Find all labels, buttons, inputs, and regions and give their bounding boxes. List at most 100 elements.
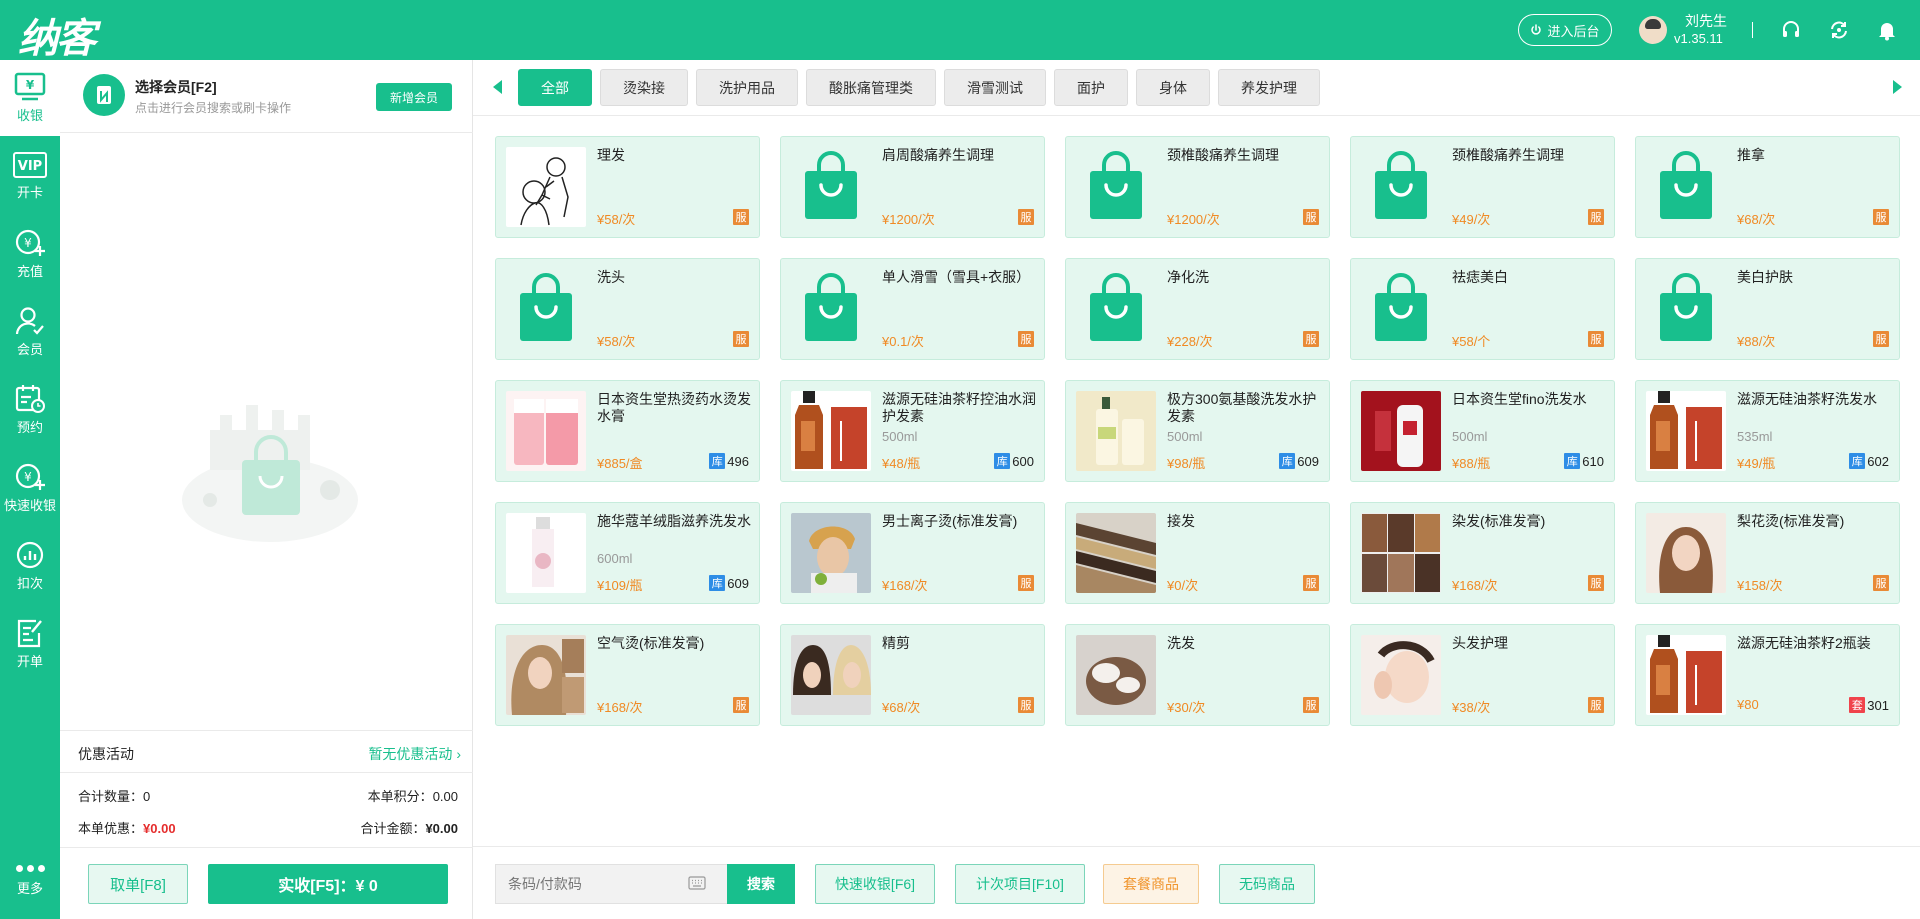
sidebar-item-appointment[interactable]: 预约 — [0, 372, 60, 448]
service-badge: 服 — [1588, 697, 1604, 713]
product-price: ¥168/次 — [882, 578, 928, 593]
sidebar-item-deduct[interactable]: 扣次 — [0, 528, 60, 604]
product-image — [1076, 391, 1156, 471]
service-badge: 服 — [1873, 331, 1889, 347]
category-tab-hair-care[interactable]: 养发护理 — [1218, 69, 1320, 106]
category-tab-body[interactable]: 身体 — [1136, 69, 1210, 106]
product-card[interactable]: 祛痣美白 ¥58/个 服 — [1350, 258, 1615, 360]
product-price: ¥98/瓶 — [1167, 456, 1206, 471]
product-name: 滋源无硅油茶籽控油水润护发素 — [882, 391, 1036, 424]
search-button[interactable]: 搜索 — [727, 864, 795, 904]
checkout-button[interactable]: 实收[F5]：¥ 0 — [208, 864, 448, 904]
stock-badge: 库 — [1849, 453, 1866, 469]
count-items-button[interactable]: 计次项目[F10] — [955, 864, 1085, 904]
empty-cart-illustration — [180, 350, 360, 550]
category-tab-face-care[interactable]: 面护 — [1054, 69, 1128, 106]
service-badge: 服 — [1018, 331, 1034, 347]
main-sidebar: ¥ 收银 VIP 开卡 ¥ 充值 会员 预约 ¥ 快速收银 扣次 开单 更多 — [0, 60, 60, 919]
product-spec: 500ml — [1452, 429, 1488, 444]
shopping-bag-icon — [1361, 269, 1441, 349]
product-card[interactable]: 美白护肤 ¥88/次 服 — [1635, 258, 1900, 360]
product-name: 接发 — [1167, 513, 1195, 529]
category-tab-ski-test[interactable]: 滑雪测试 — [944, 69, 1046, 106]
bell-icon[interactable] — [1875, 18, 1899, 42]
product-card[interactable]: 染发(标准发膏) ¥168/次 服 — [1350, 502, 1615, 604]
promotion-row[interactable]: 优惠活动 暂无优惠活动 › — [60, 730, 473, 773]
product-card[interactable]: 日本资生堂fino洗发水 500ml ¥88/瓶 库 610 — [1350, 380, 1615, 482]
stock-badge: 库 — [994, 453, 1011, 469]
chevron-right-icon: › — [456, 746, 461, 762]
product-stock: 套 301 — [1849, 697, 1889, 713]
service-badge: 服 — [733, 331, 749, 347]
product-price: ¥1200/次 — [1167, 212, 1220, 227]
product-price: ¥30/次 — [1167, 700, 1206, 715]
quick-cashier-icon: ¥ — [15, 463, 45, 490]
keyboard-icon[interactable] — [688, 876, 706, 890]
product-image — [506, 635, 586, 715]
sidebar-label-deduct: 扣次 — [16, 576, 43, 591]
sidebar-label-cashier: 收银 — [16, 108, 43, 123]
product-price: ¥80 — [1737, 697, 1759, 712]
product-card[interactable]: 洗头 ¥58/次 服 — [495, 258, 760, 360]
product-card[interactable]: 精剪 ¥68/次 服 — [780, 624, 1045, 726]
product-card[interactable]: 接发 ¥0/次 服 — [1065, 502, 1330, 604]
enter-backend-button[interactable]: 进入后台 — [1518, 14, 1612, 46]
product-card[interactable]: 理发 ¥58/次 服 — [495, 136, 760, 238]
order-total: 合计金额：¥0.00 — [360, 821, 458, 836]
product-card[interactable]: 洗发 ¥30/次 服 — [1065, 624, 1330, 726]
package-goods-button[interactable]: 套餐商品 — [1103, 864, 1199, 904]
product-name: 单人滑雪（雪具+衣服） — [882, 269, 1031, 285]
sidebar-label-open-card: 开卡 — [16, 185, 43, 200]
product-card[interactable]: 施华蔻羊绒脂滋养洗发水 600ml ¥109/瓶 库 609 — [495, 502, 760, 604]
sidebar-item-order[interactable]: 开单 — [0, 606, 60, 682]
sidebar-item-open-card[interactable]: VIP 开卡 — [0, 138, 60, 214]
enter-backend-label: 进入后台 — [1547, 23, 1600, 39]
sidebar-item-recharge[interactable]: ¥ 充值 — [0, 216, 60, 292]
cart-panel: 选择会员[F2] 点击进行会员搜索或刷卡操作 新增会员 优惠活动 暂无优惠活动 … — [60, 60, 473, 919]
product-card[interactable]: 梨花烫(标准发膏) ¥158/次 服 — [1635, 502, 1900, 604]
user-avatar[interactable] — [1639, 16, 1667, 44]
product-name: 美白护肤 — [1737, 269, 1793, 285]
member-selector[interactable]: 选择会员[F2] 点击进行会员搜索或刷卡操作 新增会员 — [60, 60, 473, 133]
sidebar-item-more[interactable]: 更多 — [0, 842, 60, 919]
category-tab-all[interactable]: 全部 — [518, 69, 592, 106]
product-card[interactable]: 单人滑雪（雪具+衣服） ¥0.1/次 服 — [780, 258, 1045, 360]
product-stock: 库 610 — [1564, 453, 1604, 469]
product-card[interactable]: 滋源无硅油茶籽2瓶装 ¥80 套 301 — [1635, 624, 1900, 726]
service-badge: 服 — [1588, 575, 1604, 591]
package-badge: 套 — [1849, 697, 1866, 713]
category-next-icon[interactable] — [1893, 80, 1902, 94]
product-card[interactable]: 颈椎酸痛养生调理 ¥49/次 服 — [1350, 136, 1615, 238]
product-card[interactable]: 颈椎酸痛养生调理 ¥1200/次 服 — [1065, 136, 1330, 238]
top-bar: 纳客 进入后台 刘先生 v1.35.11 — [0, 0, 1920, 62]
product-name: 梨花烫(标准发膏) — [1737, 513, 1845, 529]
product-card[interactable]: 肩周酸痛养生调理 ¥1200/次 服 — [780, 136, 1045, 238]
category-tab-perm-dye[interactable]: 烫染接 — [600, 69, 688, 106]
product-card[interactable]: 净化洗 ¥228/次 服 — [1065, 258, 1330, 360]
sidebar-item-cashier[interactable]: ¥ 收银 — [0, 60, 60, 136]
product-card[interactable]: 极方300氨基酸洗发水护发素 500ml ¥98/瓶 库 609 — [1065, 380, 1330, 482]
product-card[interactable]: 推拿 ¥68/次 服 — [1635, 136, 1900, 238]
product-card[interactable]: 滋源无硅油茶籽洗发水 535ml ¥49/瓶 库 602 — [1635, 380, 1900, 482]
headset-icon[interactable] — [1779, 18, 1803, 42]
product-grid: 理发 ¥58/次服肩周酸痛养生调理 ¥1200/次服颈椎酸痛养生调理 ¥1200/次服… — [495, 136, 1900, 726]
product-card[interactable]: 日本资生堂热烫药水烫发水膏 ¥885/盒 库 496 — [495, 380, 760, 482]
stock-badge: 库 — [709, 453, 726, 469]
no-barcode-goods-button[interactable]: 无码商品 — [1219, 864, 1315, 904]
product-card[interactable]: 滋源无硅油茶籽控油水润护发素 500ml ¥48/瓶 库 600 — [780, 380, 1045, 482]
product-card[interactable]: 空气烫(标准发膏) ¥168/次 服 — [495, 624, 760, 726]
category-prev-icon[interactable] — [493, 80, 502, 94]
category-tab-pain-care[interactable]: 酸胀痛管理类 — [806, 69, 936, 106]
take-order-button[interactable]: 取单[F8] — [88, 864, 188, 904]
product-stock: 库 609 — [709, 575, 749, 591]
product-price: ¥38/次 — [1452, 700, 1491, 715]
sidebar-item-member[interactable]: 会员 — [0, 294, 60, 370]
sync-icon[interactable] — [1827, 18, 1851, 42]
sidebar-item-quick-cashier[interactable]: ¥ 快速收银 — [0, 450, 60, 526]
service-badge: 服 — [1018, 697, 1034, 713]
product-card[interactable]: 男士离子烫(标准发膏) ¥168/次 服 — [780, 502, 1045, 604]
product-card[interactable]: 头发护理 ¥38/次 服 — [1350, 624, 1615, 726]
new-member-button[interactable]: 新增会员 — [376, 83, 452, 111]
quick-cashier-button[interactable]: 快速收银[F6] — [815, 864, 935, 904]
category-tab-wash-care[interactable]: 洗护用品 — [696, 69, 798, 106]
